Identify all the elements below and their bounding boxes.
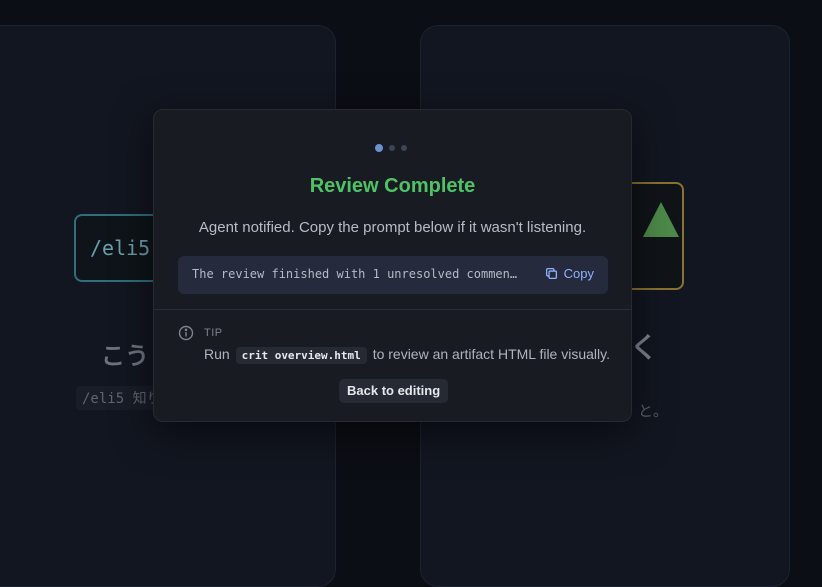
back-to-editing-button[interactable]: Back to editing <box>339 379 449 403</box>
info-icon <box>178 325 194 346</box>
tip-command: crit overview.html <box>235 347 367 364</box>
background-text-right: と。 <box>638 402 669 420</box>
copy-button-label: Copy <box>563 266 594 281</box>
dialog-title: Review Complete <box>309 175 476 197</box>
dialog-divider <box>154 309 631 310</box>
step-dot <box>389 145 395 151</box>
tip-text: Run crit overview.html to review an arti… <box>204 346 610 364</box>
tip-suffix: to review an artifact HTML file visually… <box>372 346 610 362</box>
triangle-icon <box>643 202 679 237</box>
background-heading-left: こう <box>101 342 149 370</box>
review-complete-dialog: Review Complete Agent notified. Copy the… <box>153 109 632 422</box>
step-dot-active <box>375 144 383 152</box>
prompt-text: The review finished with 1 unresolved co… <box>192 267 522 281</box>
dialog-subtitle: Agent notified. Copy the prompt below if… <box>198 219 587 236</box>
copy-button[interactable]: Copy <box>545 266 594 281</box>
prompt-box: The review finished with 1 unresolved co… <box>178 256 608 294</box>
tip-label: TIP <box>204 327 223 339</box>
tip-prefix: Run <box>204 346 230 362</box>
copy-icon <box>545 267 558 280</box>
step-dot <box>401 145 407 151</box>
eli5-chip-label: /eli5 <box>90 236 151 260</box>
step-indicator <box>375 144 407 152</box>
background-heading-right: く <box>630 331 659 364</box>
